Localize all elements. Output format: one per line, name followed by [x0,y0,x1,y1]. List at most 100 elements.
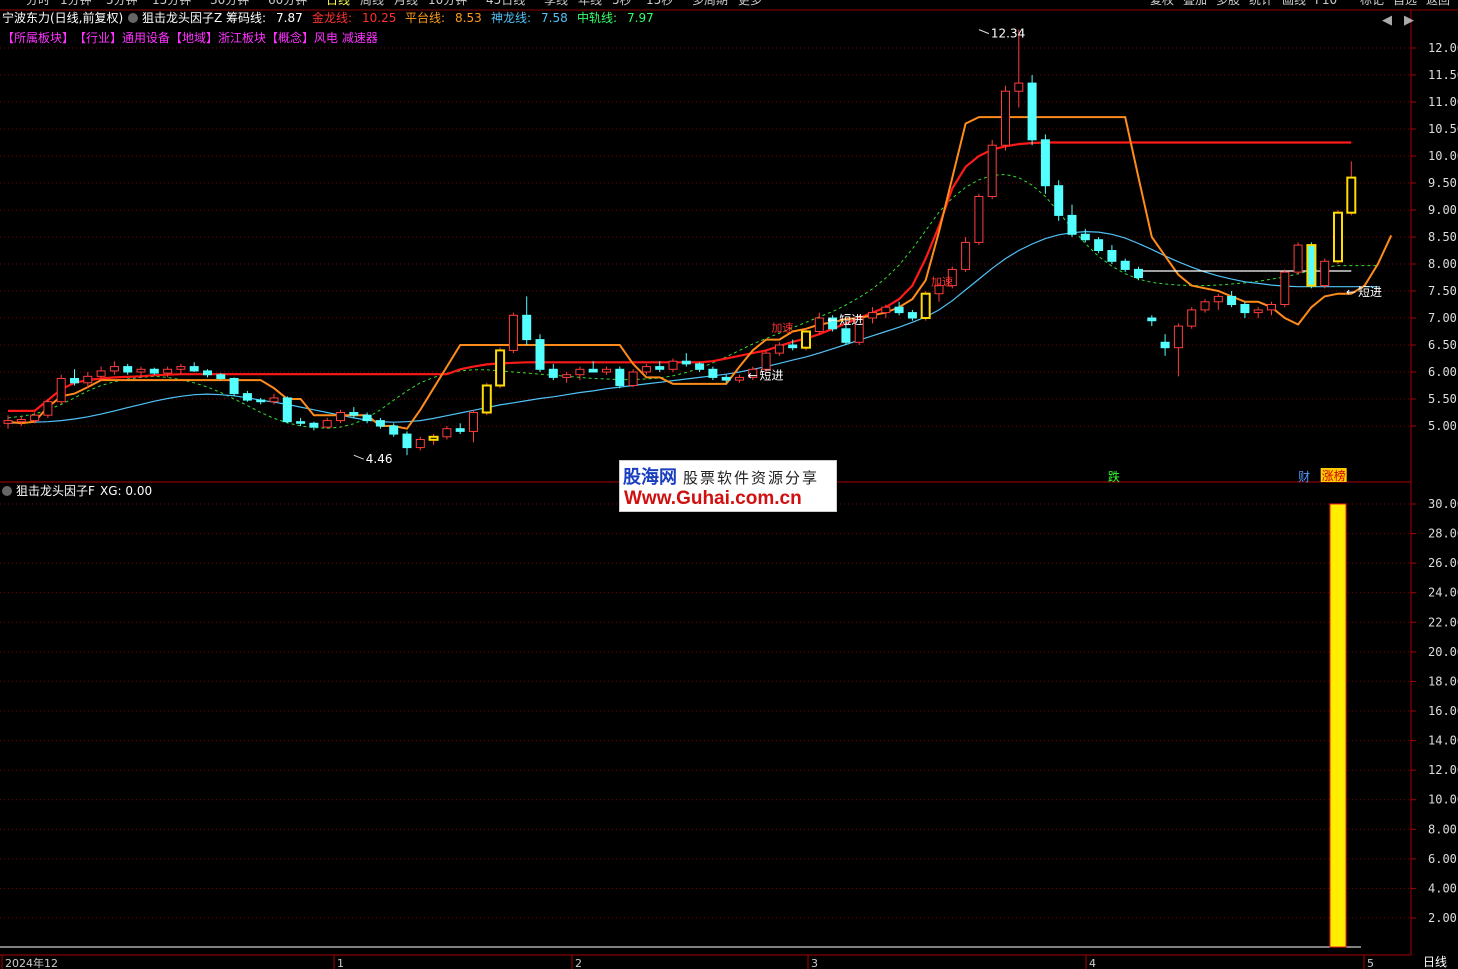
candle-body [56,377,66,403]
candle-body [349,412,359,416]
candle-body [774,344,784,354]
menu-tab-5[interactable]: 60分钟 [268,0,307,7]
menu-right-4[interactable]: 画线 [1282,0,1306,7]
candle-body [588,368,598,373]
sub-y-tick-label: 12.00 [1428,763,1458,777]
sub-y-tick-label: 22.00 [1428,615,1458,629]
menu-right-8[interactable]: 返回 [1426,0,1450,7]
accelerate-signal: 加速 [771,322,793,335]
watermark-subtitle: 股票软件资源分享 [683,469,820,487]
candle-body [961,241,971,270]
candle-body [1346,177,1356,214]
candle-body [735,376,744,381]
candle-body [721,376,731,381]
candle-body [109,366,119,372]
candle-body [229,377,239,395]
candle-body [123,366,133,373]
candle-body [1040,139,1050,187]
time-axis-label: 2 [575,957,582,969]
sector-info: 【概念】 [266,30,314,45]
candle-body [309,422,319,428]
candle-body [681,360,691,365]
menu-tab-11[interactable]: 季线 [544,0,568,7]
sector-info: 【行业】 [74,31,122,45]
candle-body [575,368,585,376]
main-y-tick-label: 10.50 [1428,122,1458,136]
menu-right-2[interactable]: 多股 [1216,0,1240,7]
platform-line [7,116,1393,430]
sub-y-tick-label: 8.00 [1428,822,1457,836]
candle-body [203,370,212,376]
candle-body [1333,212,1343,262]
menu-right-7[interactable]: 自选 [1393,0,1417,7]
menu-tab-10[interactable]: 45日线 [486,0,525,7]
stock-title: 宁波东力(日线,前复权) [2,10,123,25]
candle-body [708,368,718,378]
candle-body [814,317,824,332]
menu-right-5[interactable]: F10 [1315,0,1337,7]
indicator-label: 神龙线: [491,11,531,25]
menu-tab-7[interactable]: 周线 [360,0,384,7]
accelerate-signal: 加速 [931,275,953,288]
menu-tab-4[interactable]: 30分钟 [210,0,249,7]
sub-y-tick-label: 6.00 [1428,852,1457,866]
period-indicator: 日线 [1423,955,1447,969]
menu-tab-0[interactable]: 分时 [26,0,50,7]
short-entry-signal: 短进 [760,369,784,383]
formula-toggle-icon[interactable] [128,13,138,23]
candle-body [868,312,877,319]
menu-tab-13[interactable]: 5秒 [612,0,632,7]
indicator-value: 7.58 [541,11,568,25]
menu-tab-6[interactable]: 日线 [326,0,350,7]
candle-body [1120,260,1130,270]
candle-body [149,368,159,374]
candle-body [362,414,372,422]
candle-body [1067,214,1077,235]
candle-body [1293,244,1303,273]
indicator-label: 筹码线: [226,11,266,25]
menu-tab-9[interactable]: 10分钟 [428,0,467,7]
candle-body [482,385,492,413]
menu-tab-15[interactable]: 多周期 [692,0,728,7]
sub-y-tick-label: 30.00 [1428,497,1458,511]
menu-tab-12[interactable]: 年线 [578,0,602,7]
sub-y-tick-label: 4.00 [1428,881,1457,895]
main-y-tick-label: 5.50 [1428,392,1457,406]
sub-formula-toggle-icon[interactable] [2,486,12,496]
candle-body [615,368,625,386]
menu-right-6[interactable]: 标记 [1360,0,1384,7]
candle-body [535,339,545,370]
menu-tab-14[interactable]: 15秒 [646,0,673,7]
candle-body [415,439,425,449]
menu-right-1[interactable]: 叠加 [1183,0,1207,7]
candle-body [562,374,572,378]
main-y-tick-label: 6.50 [1428,338,1457,352]
main-y-tick-label: 6.00 [1428,365,1457,379]
menu-right-3[interactable]: 统计 [1249,0,1273,7]
candle-body [495,349,505,386]
candle-body [1014,82,1024,92]
candle-body [1280,271,1290,306]
menu-tab-16[interactable]: 更多 [738,0,762,7]
menu-tab-1[interactable]: 1分钟 [60,0,92,7]
main-y-tick-label: 12.00 [1428,41,1458,55]
sector-info: 【地域】 [170,31,218,45]
scroll-right-icon[interactable]: ▶ [1404,13,1414,28]
candle-body [668,360,678,370]
indicator-label: 中轨线: [577,10,617,25]
candle-body [43,401,53,416]
time-axis-label: 5 [1367,957,1374,969]
candle-body [1001,90,1010,146]
sector-info: 通用设备 [122,31,170,45]
candle-body [3,420,13,424]
scroll-left-icon[interactable]: ◀ [1382,13,1392,28]
menu-right-0[interactable]: 复权 [1150,0,1174,7]
menu-tab-2[interactable]: 5分钟 [106,0,138,7]
short-entry-arrow-icon: ← [1346,285,1356,299]
menu-tab-3[interactable]: 15分钟 [152,0,191,7]
menu-tab-8[interactable]: 月线 [394,0,418,7]
candle-body [841,328,851,343]
short-entry-signal: 短进 [1358,285,1382,299]
candle-body [1107,250,1117,262]
indicator-label: 金龙线: [312,10,352,25]
